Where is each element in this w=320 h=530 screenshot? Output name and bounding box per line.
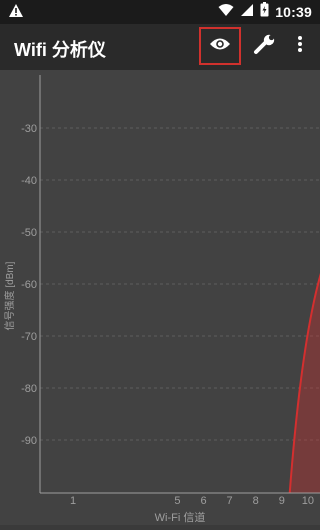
- x-tick-label: 6: [200, 495, 206, 507]
- x-tick-label: 10: [302, 495, 314, 507]
- app-title: Wifi 分析仪: [14, 40, 106, 60]
- y-tick-label: -90: [21, 435, 37, 447]
- cell-signal-icon: [240, 3, 254, 22]
- wrench-icon: [253, 33, 277, 60]
- y-tick-label: -30: [21, 123, 37, 135]
- battery-icon: [260, 2, 269, 22]
- signal-curve: [288, 273, 320, 493]
- eye-icon: [209, 37, 231, 56]
- settings-button[interactable]: [250, 30, 280, 62]
- y-tick-label: -50: [21, 227, 37, 239]
- status-time: 10:39: [275, 4, 312, 20]
- x-tick-label: 1: [70, 495, 76, 507]
- x-axis-label: Wi-Fi 信道: [155, 510, 206, 524]
- channel-graph: 3095 -30-40-50-60-70-80-90 1567891011121…: [0, 70, 320, 525]
- status-bar: 10:39: [0, 0, 320, 24]
- y-tick-label: -60: [21, 279, 37, 291]
- y-tick-label: -40: [21, 175, 37, 187]
- x-tick-label: 8: [253, 495, 259, 507]
- view-toggle-button[interactable]: [199, 27, 241, 65]
- wifi-icon: [218, 3, 234, 22]
- app-bar: Wifi 分析仪: [0, 24, 320, 70]
- more-vert-icon: [297, 35, 303, 58]
- warning-triangle-icon: [8, 3, 24, 24]
- more-options-button[interactable]: [288, 30, 312, 62]
- channel-graph-svg: 3095 -30-40-50-60-70-80-90 1567891011121…: [3, 75, 320, 524]
- y-tick-label: -80: [21, 383, 37, 395]
- y-tick-label: -70: [21, 331, 37, 343]
- x-tick-label: 7: [227, 495, 233, 507]
- x-tick-label: 5: [174, 495, 180, 507]
- x-tick-label: 9: [279, 495, 285, 507]
- y-axis-label: 信号强度 [dBm]: [3, 261, 16, 330]
